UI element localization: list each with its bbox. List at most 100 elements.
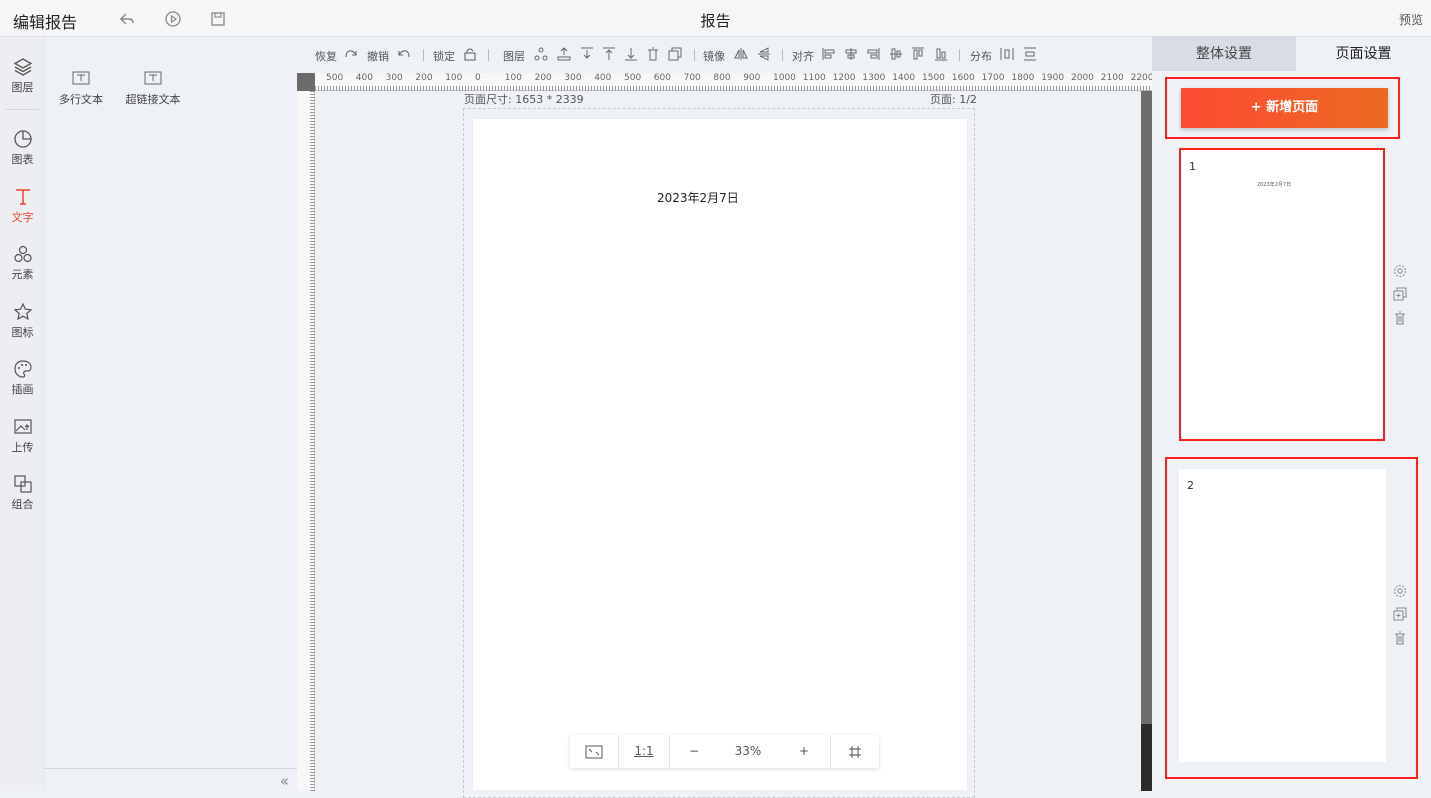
nav-item-text[interactable]: 文字 [0, 181, 45, 231]
distribute-vertical-icon[interactable] [1023, 47, 1037, 61]
nav-item-chart[interactable]: 图表 [0, 123, 45, 173]
flip-vertical-icon[interactable] [757, 47, 771, 61]
duplicate-page-icon[interactable] [1393, 287, 1407, 301]
vertical-ruler [297, 91, 315, 791]
palette-icon [13, 360, 32, 378]
actual-size-button[interactable]: 1:1 [619, 735, 669, 768]
nav-item-illustration[interactable]: 插画 [0, 353, 45, 403]
redo-label[interactable]: 恢复 [315, 48, 337, 64]
nav-item-icons[interactable]: 图标 [0, 296, 45, 346]
ruler-label: 400 [594, 73, 612, 83]
right-panel: 整体设置 页面设置 + 新增页面 1 2023年2月7日 2 [1152, 37, 1431, 791]
document-page[interactable]: 2023年2月7日 [472, 118, 968, 791]
page-size-label: 页面尺寸: 1653 * 2339 [464, 93, 584, 106]
layer-tree-icon[interactable] [534, 47, 548, 61]
zoom-out-button[interactable]: − [670, 735, 718, 768]
nav-item-layers[interactable]: 图层 [0, 51, 45, 101]
multiline-text-item[interactable]: 多行文本 [57, 71, 105, 107]
send-backward-icon[interactable] [580, 47, 594, 61]
ruler-label: 2200 [1130, 73, 1154, 83]
zoom-in-button[interactable]: + [778, 735, 830, 768]
bring-to-front-icon[interactable] [602, 47, 616, 61]
page-date-text[interactable]: 2023年2月7日 [657, 189, 739, 206]
add-page-highlight: + 新增页面 [1165, 77, 1400, 139]
preview-button[interactable]: 预览 [1399, 11, 1423, 28]
align-label: 对齐 [792, 50, 814, 63]
nav-item-upload[interactable]: 上传 [0, 411, 45, 461]
duplicate-page-icon[interactable] [1393, 607, 1407, 621]
send-to-back-icon[interactable] [624, 47, 638, 61]
align-center-icon[interactable] [844, 47, 858, 61]
flip-horizontal-icon[interactable] [734, 47, 748, 61]
undo-icon[interactable] [397, 47, 411, 61]
tab-global-settings[interactable]: 整体设置 [1152, 37, 1296, 71]
align-top-icon[interactable] [911, 47, 925, 61]
layers-icon [13, 58, 32, 76]
elements-icon [13, 245, 32, 263]
ruler-label: 1300 [862, 73, 886, 83]
star-icon [13, 302, 32, 321]
copy-icon[interactable] [668, 47, 682, 61]
divider [694, 49, 695, 61]
ruler-label: 1900 [1041, 73, 1065, 83]
scrollbar-thumb[interactable] [1141, 724, 1152, 791]
delete-page-icon[interactable] [1393, 311, 1407, 325]
ruler-label: 1100 [802, 73, 826, 83]
layer-label: 图层 [503, 50, 525, 63]
ruler-label: 700 [683, 73, 701, 83]
tab-page-settings[interactable]: 页面设置 [1296, 37, 1431, 71]
lock-icon[interactable] [463, 47, 477, 61]
group-icon [13, 475, 32, 493]
align-middle-icon[interactable] [889, 47, 903, 61]
back-icon[interactable] [118, 10, 136, 28]
align-left-icon[interactable] [822, 47, 836, 61]
ruler-label: 1700 [981, 73, 1005, 83]
ruler-corner [297, 73, 315, 91]
grid-icon [849, 746, 861, 758]
page-settings-icon[interactable] [1393, 264, 1407, 278]
ruler-label: 300 [564, 73, 582, 83]
thumbnail-number: 2 [1187, 479, 1194, 492]
vertical-scrollbar[interactable] [1141, 91, 1152, 791]
ruler-label: 1500 [922, 73, 945, 83]
ruler-label: 600 [653, 73, 671, 83]
zoom-value: 33% [734, 744, 762, 758]
undo-label[interactable]: 撤销 [367, 48, 389, 64]
ruler-label: 1400 [892, 73, 916, 83]
align-right-icon[interactable] [866, 47, 880, 61]
divider [782, 49, 783, 61]
play-icon[interactable] [164, 10, 182, 28]
ruler-label: 2000 [1071, 73, 1094, 83]
grid-toggle-button[interactable] [831, 735, 879, 768]
upload-image-icon [13, 419, 32, 434]
left-nav: 图层 图表 文字 元素 图标 插画 上传 组合 [0, 37, 45, 791]
delete-page-icon[interactable] [1393, 631, 1407, 645]
nav-item-elements[interactable]: 元素 [0, 238, 45, 288]
add-page-button[interactable]: + 新增页面 [1181, 88, 1388, 128]
divider [488, 49, 489, 61]
nav-label: 元素 [11, 268, 34, 281]
nav-item-group[interactable]: 组合 [0, 468, 45, 518]
ruler-label: 1200 [832, 73, 856, 83]
distribute-horizontal-icon[interactable] [1000, 47, 1014, 61]
collapse-icon[interactable]: « [280, 772, 289, 790]
app-title: 编辑报告 [13, 13, 78, 32]
panel-item-label: 多行文本 [59, 93, 103, 106]
save-icon[interactable] [209, 10, 227, 28]
redo-icon[interactable] [344, 47, 358, 61]
lock-label[interactable]: 锁定 [433, 48, 455, 64]
divider [6, 109, 39, 110]
hyperlink-text-item[interactable]: 超链接文本 [124, 71, 182, 107]
page-settings-icon[interactable] [1393, 584, 1407, 598]
nav-label: 组合 [11, 498, 34, 511]
page-thumbnail-2[interactable]: 2 [1179, 469, 1386, 762]
align-bottom-icon[interactable] [934, 47, 948, 61]
page-thumbnail-1[interactable]: 1 2023年2月7日 [1179, 148, 1385, 441]
nav-label: 上传 [11, 441, 34, 454]
ruler-label: 1600 [951, 73, 975, 83]
bring-forward-icon[interactable] [557, 47, 571, 61]
fit-screen-button[interactable] [570, 735, 618, 768]
mirror-label: 镜像 [703, 50, 725, 63]
text-box-icon [144, 71, 162, 85]
delete-icon[interactable] [646, 47, 660, 61]
